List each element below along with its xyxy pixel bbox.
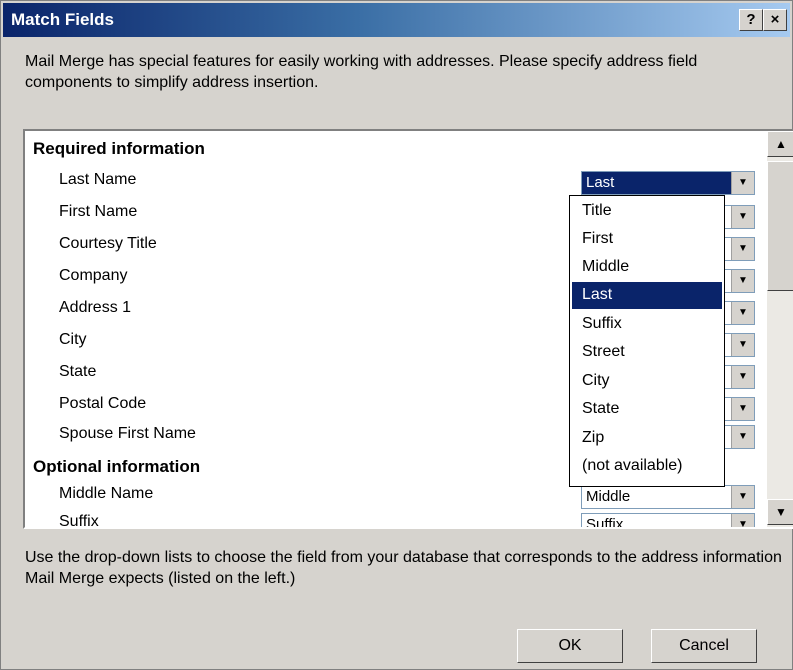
- chevron-down-icon[interactable]: ▼: [731, 270, 754, 292]
- dropdown-option-not-available[interactable]: (not available): [572, 453, 722, 480]
- field-label: State: [59, 363, 97, 380]
- title-bar[interactable]: Match Fields ? ×: [3, 3, 790, 37]
- chevron-down-icon[interactable]: ▼: [731, 366, 754, 388]
- option-label: Middle: [582, 258, 630, 275]
- chevron-down-icon[interactable]: ▼: [731, 302, 754, 324]
- dropdown-option-last[interactable]: Last: [572, 282, 722, 309]
- section-header-required: Required information: [25, 135, 763, 167]
- field-label: City: [59, 331, 87, 348]
- option-label: Title: [582, 202, 612, 219]
- option-label: Last: [582, 286, 613, 303]
- field-label: Middle Name: [59, 485, 154, 502]
- chevron-down-icon[interactable]: ▼: [731, 398, 754, 420]
- field-row-suffix: Suffix Suffix ▼: [25, 511, 763, 529]
- dropdown-option-street[interactable]: Street: [572, 339, 722, 366]
- close-button[interactable]: ×: [763, 9, 787, 31]
- dropdown-option-suffix[interactable]: Suffix: [572, 311, 722, 338]
- option-label: Street: [582, 343, 625, 360]
- scroll-up-arrow-icon[interactable]: ▲: [767, 131, 793, 157]
- dropdown-option-title[interactable]: Title: [572, 198, 722, 225]
- cancel-button[interactable]: Cancel: [651, 629, 757, 663]
- chevron-down-icon[interactable]: ▼: [731, 514, 754, 527]
- field-label: Suffix: [59, 513, 99, 529]
- field-combo-suffix[interactable]: Suffix ▼: [581, 513, 755, 529]
- option-label: Zip: [582, 429, 605, 446]
- chevron-down-icon[interactable]: ▼: [731, 486, 754, 508]
- ok-button[interactable]: OK: [517, 629, 623, 663]
- dropdown-option-first[interactable]: First: [572, 226, 722, 253]
- section-label: Optional information: [33, 457, 201, 476]
- dropdown-option-state[interactable]: State: [572, 396, 722, 423]
- chevron-down-icon[interactable]: ▼: [731, 172, 754, 194]
- option-label: First: [582, 230, 614, 247]
- field-label: Company: [59, 267, 128, 284]
- field-combo-middle-name[interactable]: Middle ▼: [581, 485, 755, 509]
- combo-value: Last: [586, 174, 615, 191]
- chevron-down-icon[interactable]: ▼: [731, 238, 754, 260]
- chevron-down-icon[interactable]: ▼: [731, 334, 754, 356]
- help-button[interactable]: ?: [739, 9, 763, 31]
- field-label: First Name: [59, 203, 138, 220]
- chevron-down-icon[interactable]: ▼: [731, 206, 754, 228]
- intro-text: Mail Merge has special features for easi…: [25, 53, 698, 91]
- option-label: City: [582, 372, 610, 389]
- chevron-down-icon[interactable]: ▼: [731, 426, 754, 448]
- field-combo-last-name[interactable]: Last ▼: [581, 171, 755, 195]
- combo-value: Middle: [586, 488, 631, 505]
- field-label: Postal Code: [59, 395, 147, 412]
- dropdown-option-zip[interactable]: Zip: [572, 425, 722, 452]
- field-label: Courtesy Title: [59, 235, 157, 252]
- option-label: (not available): [582, 457, 683, 474]
- dropdown-option-middle[interactable]: Middle: [572, 254, 722, 281]
- option-label: State: [582, 400, 620, 417]
- match-fields-dialog: Match Fields ? × Mail Merge has special …: [0, 0, 793, 670]
- footer-instructions: Use the drop-down lists to choose the fi…: [25, 549, 782, 587]
- field-label: Last Name: [59, 171, 137, 188]
- combo-value: Suffix: [586, 516, 624, 529]
- scroll-thumb[interactable]: [767, 161, 793, 291]
- scroll-down-arrow-icon[interactable]: ▼: [767, 499, 793, 525]
- field-dropdown-list[interactable]: Title First Middle Last Suffix Street Ci…: [569, 195, 725, 487]
- option-label: Suffix: [582, 315, 622, 332]
- dropdown-option-city[interactable]: City: [572, 368, 722, 395]
- field-label: Address 1: [59, 299, 132, 316]
- field-label: Spouse First Name: [59, 425, 196, 442]
- vertical-scrollbar[interactable]: ▲ ▼: [767, 131, 793, 527]
- section-label: Required information: [33, 139, 205, 158]
- window-title: Match Fields: [11, 10, 114, 29]
